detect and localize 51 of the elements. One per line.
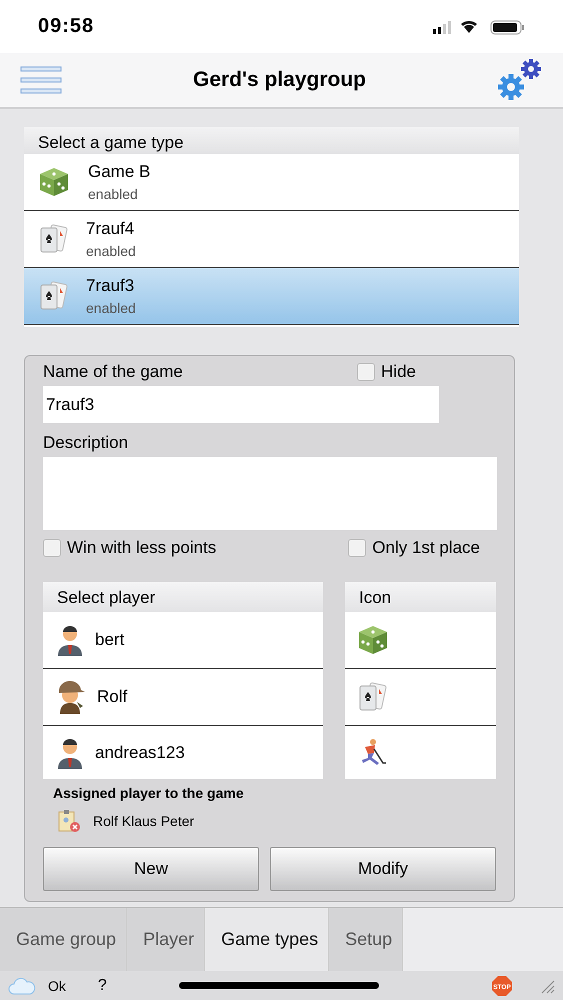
resize-grip-icon [539, 978, 555, 994]
section-title: Assigned player to the game [53, 785, 245, 802]
status-indicators-icon [433, 18, 525, 36]
settings-icon[interactable] [497, 58, 543, 102]
game-name: 7rauf4 [86, 219, 136, 240]
player-name: bert [95, 630, 124, 650]
tab[interactable]: Game group [0, 908, 128, 972]
playing-cards-icon [357, 681, 387, 714]
checkbox[interactable] [43, 539, 61, 558]
clipboard-remove-icon [57, 809, 81, 834]
new-button[interactable]: New [43, 847, 259, 892]
checkbox-label: Only 1st place [372, 538, 480, 558]
field-label: Description [43, 433, 130, 454]
cloud-icon [8, 976, 36, 994]
list-header: Select player [43, 582, 323, 612]
player-item[interactable]: Rolf [43, 669, 323, 726]
checkbox[interactable] [357, 363, 376, 382]
game-status: enabled [86, 243, 136, 260]
checkbox-label: Hide [381, 362, 416, 382]
checkbox-label: Win with less points [67, 538, 216, 558]
tab[interactable]: Setup [329, 908, 404, 972]
game-status: enabled [86, 300, 136, 316]
player-item[interactable]: andreas123 [43, 726, 323, 780]
game-type-item[interactable]: 7rauf3 enabled [24, 268, 519, 326]
player-name: Rolf [97, 687, 128, 708]
assigned-players: Rolf Klaus Peter [93, 813, 194, 830]
tab[interactable]: Game types [205, 908, 330, 972]
field-label: Name of the game [43, 362, 183, 382]
clock-time: 09:58 [38, 15, 94, 38]
player-name: andreas123 [95, 742, 185, 763]
game-name: Game B [88, 162, 150, 182]
tab[interactable]: Player [127, 908, 206, 972]
game-name: 7rauf3 [86, 276, 136, 296]
page-title: Gerd's playgroup [192, 68, 366, 92]
help-link[interactable]: ? [98, 976, 107, 994]
game-status: enabled [88, 186, 139, 202]
list-header: Icon [345, 582, 496, 612]
player-item[interactable]: bert [43, 612, 323, 670]
playing-cards-icon [38, 223, 68, 256]
description-field[interactable] [43, 457, 497, 530]
person-avatar-icon [55, 624, 85, 656]
dice-icon [357, 624, 389, 656]
playing-cards-icon [38, 280, 68, 312]
modify-button[interactable]: Modify [270, 847, 496, 892]
dice-icon [38, 166, 70, 198]
menu-icon[interactable] [20, 66, 62, 94]
connection-status: Ok [48, 978, 66, 994]
input-field[interactable]: 7rauf3 [43, 386, 439, 424]
list-header: Select a game type [24, 127, 519, 154]
person-avatar-icon [55, 736, 85, 769]
checkbox[interactable] [348, 539, 366, 558]
